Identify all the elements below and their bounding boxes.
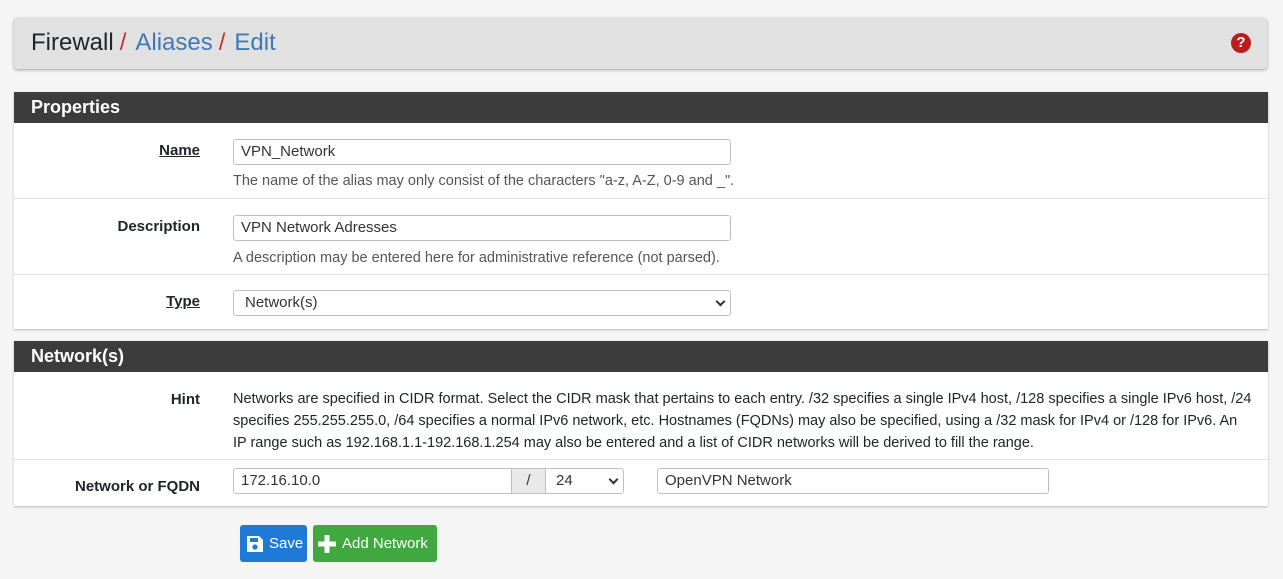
network-fqdn-label: Network or FQDN (74, 478, 200, 495)
add-network-button[interactable]: Add Network (313, 525, 437, 562)
plus-icon (318, 535, 336, 553)
save-icon (247, 536, 263, 552)
hint-text: Networks are specified in CIDR format. S… (233, 391, 1252, 451)
chevron-down-icon (715, 296, 726, 307)
type-label: Type (166, 293, 200, 310)
name-input[interactable]: VPN_Network (233, 139, 731, 165)
network-entry-row: Network or FQDN 172.16.10.0 / 24 OpenVPN… (14, 459, 1268, 505)
description-label: Description (117, 218, 200, 235)
breadcrumb-firewall: Firewall (31, 29, 114, 56)
cidr-mask-value: 24 (556, 472, 573, 489)
description-help-text: A description may be entered here for ad… (233, 250, 720, 266)
save-button[interactable]: Save (240, 525, 307, 562)
cidr-mask-select[interactable]: 24 (545, 468, 624, 494)
hint-row: Hint Networks are specified in CIDR form… (14, 372, 1268, 459)
networks-heading: Network(s) (14, 341, 1268, 372)
chevron-down-icon (608, 474, 619, 485)
description-input[interactable]: VPN Network Adresses (233, 215, 731, 241)
properties-heading: Properties (14, 92, 1268, 123)
save-button-label: Save (269, 535, 304, 552)
cidr-slash-addon: / (511, 468, 546, 494)
breadcrumb-separator: / (218, 29, 226, 56)
breadcrumb-bar: Firewall / Aliases / Edit ? (14, 18, 1267, 69)
breadcrumb-edit-link[interactable]: Edit (234, 29, 275, 56)
type-select[interactable]: Network(s) (233, 290, 731, 316)
name-help-text: The name of the alias may only consist o… (233, 173, 735, 189)
name-label: Name (159, 142, 200, 159)
breadcrumb-separator: / (119, 29, 127, 56)
networks-panel: Network(s) Hint Networks are specified i… (14, 341, 1268, 506)
breadcrumb: Firewall / Aliases / Edit (31, 29, 276, 57)
add-network-button-label: Add Network (342, 535, 428, 552)
properties-panel: Properties Name VPN_Network The name of … (14, 92, 1268, 329)
type-select-value: Network(s) (245, 294, 318, 311)
hint-label: Hint (170, 391, 200, 408)
question-circle-icon[interactable]: ? (1231, 33, 1251, 53)
breadcrumb-aliases-link[interactable]: Aliases (135, 29, 212, 56)
network-address-input[interactable]: 172.16.10.0 (233, 468, 512, 494)
network-description-input[interactable]: OpenVPN Network (657, 468, 1049, 494)
type-row: Type Network(s) (14, 274, 1268, 328)
description-row: Description VPN Network Adresses A descr… (14, 198, 1268, 274)
name-row: Name VPN_Network The name of the alias m… (14, 123, 1268, 198)
